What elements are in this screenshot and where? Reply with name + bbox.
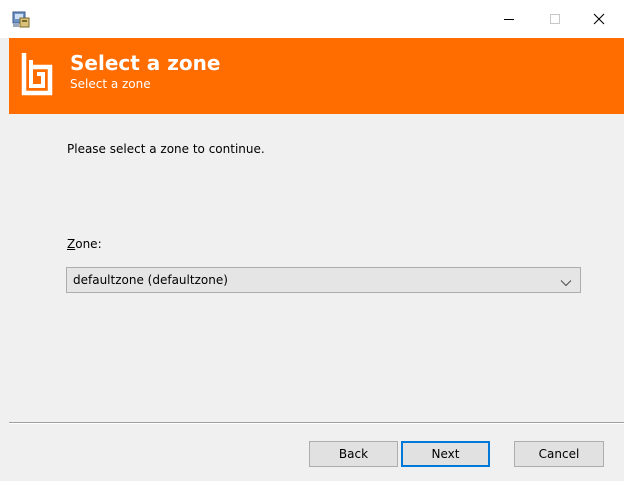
product-logo-icon	[21, 50, 53, 96]
title-bar	[0, 0, 624, 38]
instruction-text: Please select a zone to continue.	[67, 142, 265, 156]
installer-window: Select a zone Select a zone Please selec…	[0, 0, 624, 481]
zone-label: Zone:	[67, 236, 102, 252]
next-button[interactable]: Next	[401, 441, 490, 467]
page-title: Select a zone	[70, 51, 221, 75]
close-icon	[593, 13, 605, 25]
zone-dropdown[interactable]: defaultzone (defaultzone)	[66, 267, 581, 293]
cancel-button[interactable]: Cancel	[514, 441, 604, 467]
minimize-button[interactable]	[486, 0, 532, 38]
page-subtitle: Select a zone	[70, 77, 151, 91]
close-button[interactable]	[576, 0, 622, 38]
zone-dropdown-value: defaultzone (defaultzone)	[73, 273, 228, 287]
chevron-down-icon	[560, 276, 572, 287]
maximize-icon	[549, 13, 561, 25]
zone-label-text: one:	[75, 237, 102, 251]
minimize-icon	[503, 13, 515, 25]
header-banner: Select a zone Select a zone	[9, 38, 624, 114]
zone-label-accesskey: Z	[67, 237, 76, 251]
footer-separator-highlight	[9, 423, 624, 424]
back-button[interactable]: Back	[309, 441, 398, 467]
maximize-button[interactable]	[532, 0, 578, 38]
installer-app-icon	[12, 10, 30, 28]
content-area: Please select a zone to continue. Zone: …	[9, 114, 624, 422]
